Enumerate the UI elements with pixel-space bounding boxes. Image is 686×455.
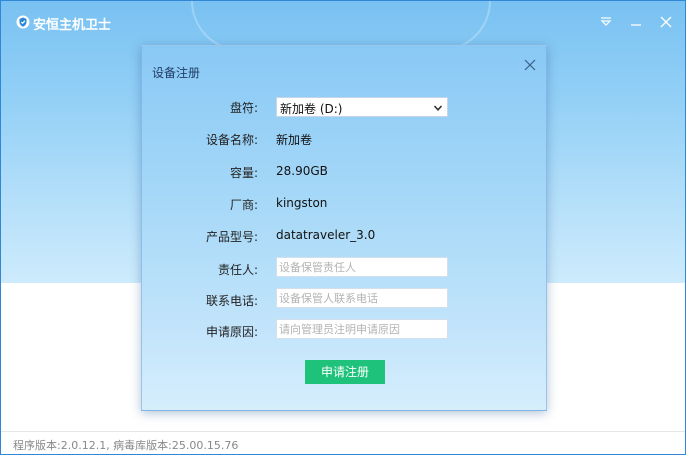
- phone-input[interactable]: [276, 288, 448, 308]
- drive-select-value: 新加卷 (D:): [280, 102, 343, 116]
- menu-button[interactable]: [595, 11, 617, 33]
- owner-label: 责任人:: [217, 263, 258, 277]
- reason-label: 申请原因:: [205, 325, 258, 339]
- minimize-button[interactable]: [625, 11, 647, 33]
- dialog-close-button[interactable]: [523, 58, 537, 72]
- model-label: 产品型号:: [205, 230, 258, 244]
- title-bar: 安恒主机卫士: [1, 1, 685, 43]
- vendor-value: kingston: [276, 196, 328, 210]
- device-register-dialog: 设备注册 盘符: 新加卷 (D:) 设备名称: 新加卷 容量: 28.90GB …: [141, 45, 547, 411]
- main-window: 安恒主机卫士 设备注册 盘符: 新加卷 (D:) 设备名称: 新加卷 容量: 2…: [0, 0, 686, 455]
- drive-label: 盘符:: [229, 101, 258, 115]
- device-name-label: 设备名称:: [205, 133, 258, 147]
- phone-label: 联系电话:: [205, 294, 258, 308]
- model-value: datatraveler_3.0: [276, 228, 376, 242]
- close-icon: [524, 59, 536, 71]
- apply-register-button[interactable]: 申请注册: [305, 360, 385, 384]
- reason-input[interactable]: [276, 319, 448, 339]
- minimize-icon: [631, 24, 641, 26]
- capacity-label: 容量:: [229, 166, 258, 180]
- close-window-button[interactable]: [655, 11, 677, 33]
- vendor-label: 厂商:: [229, 198, 258, 212]
- capacity-value: 28.90GB: [276, 164, 328, 178]
- status-footer: 程序版本:2.0.12.1, 病毒库版本:25.00.15.76: [1, 431, 685, 454]
- menu-triangle-icon: [600, 17, 612, 26]
- owner-input[interactable]: [276, 257, 448, 277]
- version-info: 程序版本:2.0.12.1, 病毒库版本:25.00.15.76: [13, 439, 239, 452]
- close-icon: [660, 16, 672, 28]
- device-name-value: 新加卷: [276, 133, 313, 147]
- shield-logo-icon: [16, 15, 30, 29]
- dialog-title: 设备注册: [152, 66, 201, 80]
- drive-select[interactable]: 新加卷 (D:): [276, 97, 448, 117]
- chevron-down-icon: [433, 105, 443, 111]
- app-title: 安恒主机卫士: [33, 18, 112, 33]
